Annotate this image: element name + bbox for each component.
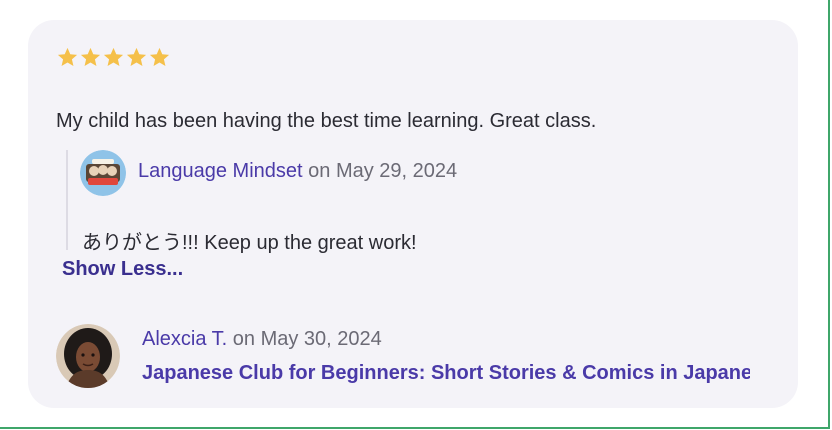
star-icon [103, 47, 124, 67]
review-text: My child has been having the best time l… [56, 110, 597, 132]
provider-avatar[interactable] [80, 150, 126, 196]
reply-text: ありがとう!!! Keep up the great work! [82, 232, 417, 254]
star-rating [56, 46, 171, 69]
reply-meta: Language Mindset on May 29, 2024 [138, 160, 457, 183]
reply-date: on May 29, 2024 [302, 160, 458, 182]
reviewer-meta: Alexcia T. on May 30, 2024 [142, 328, 382, 351]
reviewer-name-link[interactable]: Alexcia T. [142, 328, 227, 350]
language-mindset-logo-icon [80, 150, 126, 196]
class-title-link[interactable]: Japanese Club for Beginners: Short Stori… [142, 362, 750, 385]
star-icon [57, 47, 78, 67]
show-less-link[interactable]: Show Less... [62, 258, 183, 281]
reply-divider [66, 150, 68, 250]
star-icon [149, 47, 170, 67]
reviewer-avatar[interactable] [56, 324, 120, 388]
star-icon [126, 47, 147, 67]
user-photo-avatar-icon [56, 324, 120, 388]
star-icon [80, 47, 101, 67]
reviewer-date: on May 30, 2024 [227, 328, 382, 350]
provider-name-link[interactable]: Language Mindset [138, 160, 303, 182]
